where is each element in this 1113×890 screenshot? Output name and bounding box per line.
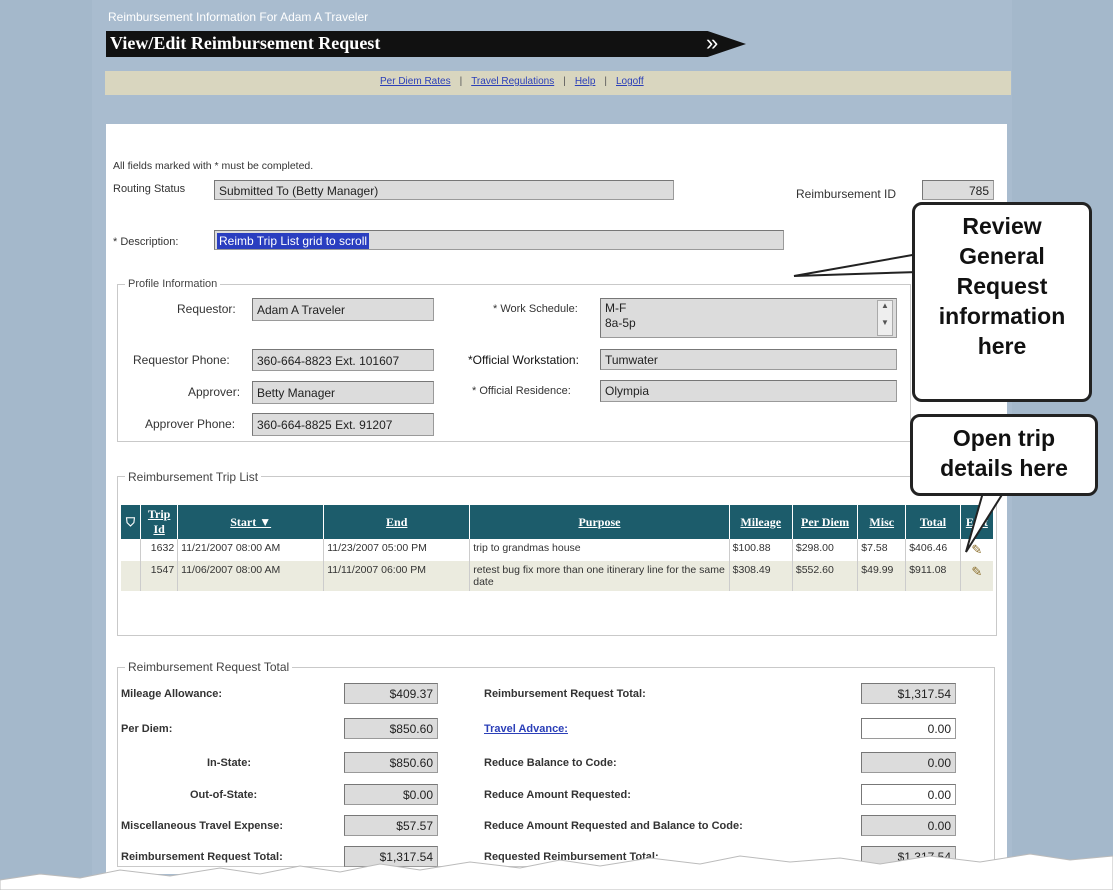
edit-pencil-icon[interactable]: ✎ (960, 561, 993, 591)
scroll-down-icon[interactable]: ▼ (878, 318, 892, 327)
trip-total-cell: $911.08 (905, 561, 961, 591)
nav-logoff-link[interactable]: Logoff (616, 76, 644, 87)
right-request-total-label: Reimbursement Request Total: (484, 688, 646, 700)
misc-travel-field[interactable]: $57.57 (344, 815, 438, 836)
review-callout-line2: General (959, 243, 1045, 269)
trip-purpose-cell: trip to grandmas house (469, 539, 730, 561)
misc-travel-label: Miscellaneous Travel Expense: (121, 820, 284, 832)
nav-per-diem-rates-link[interactable]: Per Diem Rates (380, 76, 451, 87)
col-trip-id[interactable]: Trip Id (140, 505, 179, 539)
work-schedule-line1: M-F (605, 301, 627, 315)
per-diem-label: Per Diem: (121, 723, 173, 735)
requestor-phone-label: Requestor Phone: (133, 353, 230, 367)
review-callout-line4: information (938, 303, 1066, 329)
trip-start-cell: 11/21/2007 08:00 AM (177, 539, 325, 561)
col-end[interactable]: End (323, 505, 471, 539)
description-field[interactable]: Reimb Trip List grid to scroll (214, 230, 784, 250)
trip-misc-cell: $7.58 (857, 539, 907, 561)
mileage-allowance-field[interactable]: $409.37 (344, 683, 438, 704)
approver-phone-field[interactable]: 360-664-8825 Ext. 91207 (252, 413, 434, 436)
profile-legend: Profile Information (125, 278, 221, 290)
workstation-label: *Official Workstation: (468, 353, 579, 367)
approver-label: Approver: (188, 385, 241, 399)
trip-perdiem-cell: $298.00 (792, 539, 859, 561)
routing-status-field[interactable]: Submitted To (Betty Manager) (214, 180, 674, 200)
residence-field[interactable]: Olympia (600, 380, 897, 402)
work-schedule-field[interactable]: M-F 8a-5p (600, 298, 897, 338)
trip-callout: Open trip details here (910, 414, 1098, 496)
review-callout-line1: Review (962, 213, 1042, 239)
work-schedule-scrollbar[interactable]: ▲ ▼ (877, 300, 893, 336)
trip-callout-line2: details here (940, 455, 1068, 481)
chevron-right-icon: » (706, 30, 719, 55)
trip-misc-cell: $49.99 (857, 561, 907, 591)
requestor-field[interactable]: Adam A Traveler (252, 298, 434, 321)
review-callout-line5: here (977, 333, 1027, 359)
reduce-both-field[interactable]: 0.00 (861, 815, 956, 836)
approver-phone-label: Approver Phone: (145, 417, 236, 431)
totals-legend: Reimbursement Request Total (125, 660, 293, 674)
col-purpose[interactable]: Purpose (469, 505, 730, 539)
reduce-both-label: Reduce Amount Requested and Balance to C… (484, 820, 743, 832)
reduce-amount-input[interactable]: 0.00 (861, 784, 956, 805)
trip-id-cell: 1547 (140, 561, 179, 591)
trip-start-cell: 11/06/2007 08:00 AM (177, 561, 325, 591)
trip-callout-line1: Open trip (952, 425, 1056, 451)
review-callout-line3: Request (956, 273, 1048, 299)
trip-total-cell: $406.46 (905, 539, 961, 561)
nav-links: Per Diem Rates | Travel Regulations | Help | L… (380, 76, 644, 87)
table-row[interactable]: 1632 11/21/2007 08:00 AM 11/23/2007 05:0… (121, 539, 993, 561)
trip-id-cell: 1632 (140, 539, 179, 561)
workstation-field[interactable]: Tumwater (600, 349, 897, 370)
reduce-balance-label: Reduce Balance to Code: (484, 757, 617, 769)
trip-mileage-cell: $308.49 (729, 561, 793, 591)
nav-travel-regulations-link[interactable]: Travel Regulations (471, 76, 554, 87)
requestor-label: Requestor: (177, 302, 236, 316)
mileage-allowance-label: Mileage Allowance: (121, 688, 223, 700)
trip-list-legend: Reimbursement Trip List (125, 470, 262, 484)
per-diem-field[interactable]: $850.60 (344, 718, 438, 739)
col-mileage[interactable]: Mileage (729, 505, 793, 539)
out-of-state-label: Out-of-State: (190, 789, 258, 801)
trip-mileage-cell: $100.88 (729, 539, 793, 561)
torn-edge (0, 853, 1113, 890)
col-start[interactable]: Start ▼ (177, 505, 325, 539)
table-row[interactable]: 1547 11/06/2007 08:00 AM 11/11/2007 06:0… (121, 561, 993, 591)
description-label: * Description: (113, 236, 179, 248)
trip-end-cell: 11/23/2007 05:00 PM (323, 539, 471, 561)
travel-advance-link[interactable]: Travel Advance: (484, 723, 568, 735)
trip-end-cell: 11/11/2007 06:00 PM (323, 561, 471, 591)
required-note: All fields marked with * must be complet… (113, 160, 314, 172)
reduce-amount-label: Reduce Amount Requested: (484, 789, 631, 801)
review-callout: Review General Request information here (912, 202, 1092, 402)
page-title: View/Edit Reimbursement Request (110, 33, 381, 53)
description-selected-text: Reimb Trip List grid to scroll (217, 233, 370, 249)
approver-field[interactable]: Betty Manager (252, 381, 434, 404)
trip-perdiem-cell: $552.60 (792, 561, 859, 591)
col-total[interactable]: Total (905, 505, 961, 539)
right-request-total-field[interactable]: $1,317.54 (861, 683, 956, 704)
filter-icon[interactable]: ⛉ (121, 505, 142, 539)
in-state-label: In-State: (207, 757, 251, 769)
nav-help-link[interactable]: Help (575, 76, 596, 87)
work-schedule-line2: 8a-5p (605, 316, 636, 330)
reduce-balance-field[interactable]: 0.00 (861, 752, 956, 773)
col-misc[interactable]: Misc (857, 505, 907, 539)
reimbursement-id-field[interactable]: 785 (922, 180, 994, 200)
reimbursement-id-label: Reimbursement ID (796, 187, 897, 201)
trip-table: ⛉ Trip Id Start ▼ End Purpose Mileage Pe… (121, 505, 993, 591)
requestor-phone-field[interactable]: 360-664-8823 Ext. 101607 (252, 349, 434, 371)
residence-label: * Official Residence: (472, 385, 571, 397)
travel-advance-input[interactable]: 0.00 (861, 718, 956, 739)
header-subtitle: Reimbursement Information For Adam A Tra… (108, 10, 369, 24)
in-state-field[interactable]: $850.60 (344, 752, 438, 773)
trip-table-header: ⛉ Trip Id Start ▼ End Purpose Mileage Pe… (121, 505, 993, 539)
trip-purpose-cell: retest bug fix more than one itinerary l… (469, 561, 730, 591)
work-schedule-label: * Work Schedule: (493, 303, 578, 315)
col-per-diem[interactable]: Per Diem (792, 505, 859, 539)
scroll-up-icon[interactable]: ▲ (878, 301, 892, 310)
out-of-state-field[interactable]: $0.00 (344, 784, 438, 805)
review-callout-pointer (793, 252, 919, 277)
routing-status-label: Routing Status (113, 183, 186, 195)
